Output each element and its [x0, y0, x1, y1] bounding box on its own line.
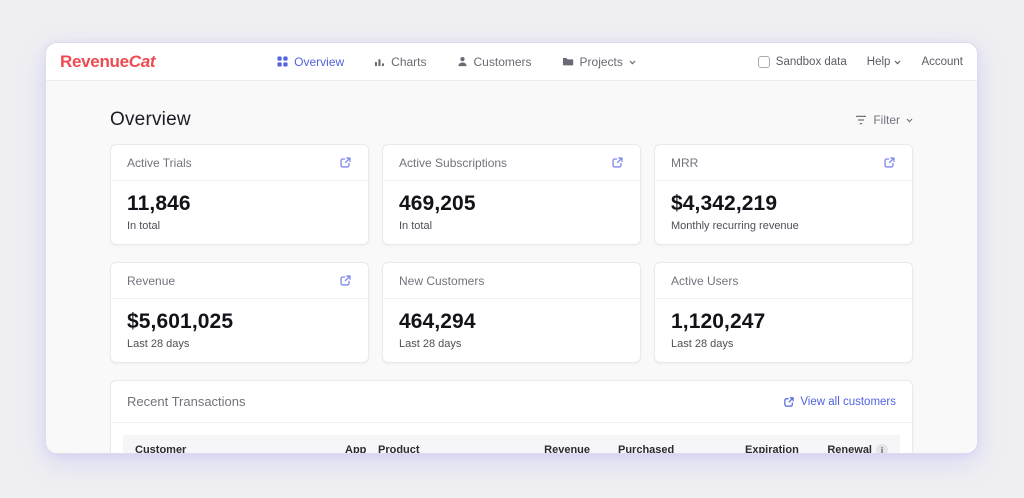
metric-card-active-trials: Active Trials 11,846 In total [110, 144, 369, 245]
column-header-expiration[interactable]: Expiration [745, 444, 799, 454]
sandbox-data-toggle[interactable]: Sandbox data [758, 56, 847, 68]
chevron-down-icon [629, 60, 636, 65]
account-label: Account [921, 56, 963, 68]
help-menu[interactable]: Help [867, 56, 902, 68]
metric-subtitle: Last 28 days [671, 338, 896, 350]
metric-subtitle: Last 28 days [399, 338, 624, 350]
column-header-product[interactable]: Product [378, 444, 420, 454]
metric-card-title: New Customers [399, 274, 484, 288]
revenuecat-logo[interactable]: RevenueCat [60, 52, 155, 72]
metric-card-title: Revenue [127, 274, 175, 288]
chevron-down-icon [906, 118, 913, 123]
logo-text-cat: Cat [129, 52, 156, 71]
column-header-customer[interactable]: Customer [135, 444, 186, 454]
view-all-customers-link[interactable]: View all customers [783, 396, 896, 408]
metric-card-title: Active Trials [127, 156, 192, 170]
metric-subtitle: Monthly recurring revenue [671, 220, 896, 232]
transactions-table-header: Customer App Product Revenue Purchased E… [123, 435, 900, 454]
nav-item-projects[interactable]: Projects [562, 55, 636, 69]
metric-subtitle: In total [399, 220, 624, 232]
nav-item-label: Customers [474, 55, 532, 69]
column-header-renewal[interactable]: Renewal [827, 444, 888, 454]
person-icon [457, 56, 468, 67]
view-all-label: View all customers [800, 396, 896, 408]
app-window: RevenueCat Overview Charts Customers [45, 42, 978, 454]
top-navbar: RevenueCat Overview Charts Customers [46, 43, 977, 81]
metric-card-active-subscriptions: Active Subscriptions 469,205 In total [382, 144, 641, 245]
main-nav: Overview Charts Customers Projects [155, 55, 758, 69]
main-content: Overview Filter Active Trials [46, 81, 977, 454]
column-header-revenue[interactable]: Revenue [520, 444, 590, 454]
nav-item-label: Projects [580, 55, 623, 69]
metric-value: 11,846 [127, 192, 352, 216]
sandbox-checkbox[interactable] [758, 56, 770, 68]
sandbox-label: Sandbox data [776, 56, 847, 68]
account-menu[interactable]: Account [921, 56, 963, 68]
metric-value: $4,342,219 [671, 192, 896, 216]
metric-value: 464,294 [399, 310, 624, 334]
metric-cards-grid: Active Trials 11,846 In total Active Sub… [110, 144, 913, 363]
page-title: Overview [110, 109, 191, 131]
column-header-app[interactable]: App [345, 444, 366, 454]
nav-item-overview[interactable]: Overview [277, 55, 344, 69]
navbar-right: Sandbox data Help Account [758, 56, 963, 68]
metric-card-title: MRR [671, 156, 698, 170]
metric-value: $5,601,025 [127, 310, 352, 334]
nav-item-charts[interactable]: Charts [374, 55, 426, 69]
external-link-icon[interactable] [339, 274, 352, 287]
metric-card-new-customers: New Customers 464,294 Last 28 days [382, 262, 641, 363]
external-link-icon[interactable] [883, 156, 896, 169]
filter-button[interactable]: Filter [855, 113, 913, 127]
logo-text-revenue: Revenue [60, 52, 129, 71]
filter-icon [855, 115, 867, 125]
metric-card-mrr: MRR $4,342,219 Monthly recurring revenue [654, 144, 913, 245]
metric-value: 1,120,247 [671, 310, 896, 334]
nav-item-label: Overview [294, 55, 344, 69]
column-header-renewal-label: Renewal [827, 444, 872, 454]
info-icon[interactable] [876, 444, 888, 454]
metric-card-title: Active Users [671, 274, 738, 288]
metric-card-title: Active Subscriptions [399, 156, 507, 170]
external-link-icon[interactable] [339, 156, 352, 169]
external-link-icon [783, 396, 795, 408]
grid-icon [277, 56, 288, 67]
metric-subtitle: In total [127, 220, 352, 232]
chevron-down-icon [894, 60, 901, 65]
metric-card-active-users: Active Users 1,120,247 Last 28 days [654, 262, 913, 363]
column-header-purchased[interactable]: Purchased [618, 444, 674, 454]
bar-chart-icon [374, 56, 385, 67]
nav-item-label: Charts [391, 55, 426, 69]
metric-subtitle: Last 28 days [127, 338, 352, 350]
recent-transactions-panel: Recent Transactions View all customers C… [110, 380, 913, 454]
metric-card-revenue: Revenue $5,601,025 Last 28 days [110, 262, 369, 363]
page-header: Overview Filter [110, 109, 913, 131]
folder-icon [562, 56, 574, 67]
metric-value: 469,205 [399, 192, 624, 216]
transactions-title: Recent Transactions [127, 394, 246, 409]
filter-label: Filter [873, 113, 900, 127]
nav-item-customers[interactable]: Customers [457, 55, 532, 69]
help-label: Help [867, 56, 891, 68]
external-link-icon[interactable] [611, 156, 624, 169]
